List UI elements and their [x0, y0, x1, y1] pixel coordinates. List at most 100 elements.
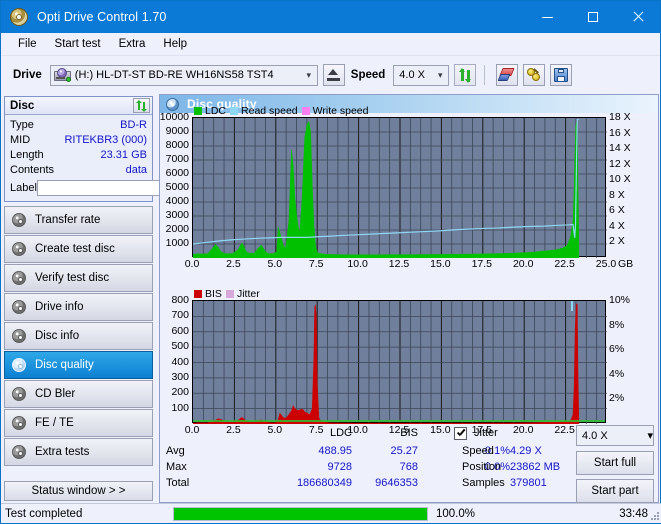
speed-select-value: 4.0 X — [399, 69, 425, 81]
x-axis-unit: GB — [618, 258, 634, 270]
disc-icon — [12, 213, 26, 227]
test-speed-select[interactable]: 4.0 X ▾ — [576, 425, 654, 446]
disc-refresh-button[interactable] — [133, 98, 150, 113]
sidebar-item-create-test-disc[interactable]: Create test disc — [4, 235, 153, 263]
menu-start-test[interactable]: Start test — [46, 36, 110, 52]
bell-icon — [526, 68, 542, 82]
y-axis-tick: 400 — [171, 355, 189, 368]
legend-item-jitter: Jitter — [225, 288, 260, 300]
refresh-button[interactable] — [454, 64, 477, 86]
elapsed-time: 33:48 — [619, 507, 648, 520]
chart-svg — [193, 118, 607, 258]
y-axis-tick: 800 — [171, 294, 189, 306]
y2-axis-tick: 6 X — [609, 204, 625, 217]
y2-axis-tick: 14 X — [609, 142, 631, 155]
toolbar: Drive (H:) HL-DT-ST BD-RE WH16NS58 TST4 … — [1, 56, 660, 94]
refresh-icon — [458, 67, 473, 83]
y-axis-tick: 10000 — [159, 111, 189, 123]
drive-select[interactable]: (H:) HL-DT-ST BD-RE WH16NS58 TST4 ▾ — [49, 64, 318, 86]
sidebar-item-disc-quality[interactable]: Disc quality — [4, 351, 153, 379]
disc-panel-title: Disc — [10, 99, 35, 112]
speed-label: Speed — [350, 69, 386, 81]
disc-row-key: Contents — [10, 163, 55, 176]
series-read-speed — [193, 118, 579, 245]
eject-icon — [327, 69, 341, 81]
jitter-checkbox[interactable] — [454, 427, 467, 440]
position-value: 23862 MB — [510, 461, 561, 473]
maximize-button[interactable] — [570, 1, 615, 33]
y2-axis-tick: 10 X — [609, 173, 631, 186]
disc-rows: Type BD-R MID RITEKBR3 (000) Length 23.3… — [5, 115, 238, 201]
sidebar-item-extra-tests[interactable]: Extra tests — [4, 438, 153, 466]
legend-swatch — [225, 290, 234, 298]
eraser-icon — [497, 68, 515, 82]
disc-row-value: BD-R — [120, 118, 147, 131]
status-window-button[interactable]: Status window > > — [4, 481, 153, 501]
sidebar-item-drive-info[interactable]: Drive info — [4, 293, 153, 321]
drive-label: Drive — [13, 69, 42, 81]
start-full-button[interactable]: Start full — [576, 451, 654, 475]
samples-key: Samples — [462, 477, 505, 489]
menu-file[interactable]: File — [9, 36, 46, 52]
x-axis-tick: 10.0 — [347, 258, 368, 270]
sidebar-item-verify-test-disc[interactable]: Verify test disc — [4, 264, 153, 292]
legend-swatch — [301, 107, 310, 115]
bis-chart: BIS Jitter 100 200 300 400 500 600 700 800 2% 4% 6%… — [171, 288, 633, 436]
sidebar-item-label: Create test disc — [35, 243, 115, 255]
y2-axis-tick: 16 X — [609, 126, 631, 139]
maximize-icon — [587, 12, 598, 22]
stats-total-ldc: 186680349 — [296, 477, 352, 489]
sidebar-item-disc-info[interactable]: Disc info — [4, 322, 153, 350]
menu-help[interactable]: Help — [154, 36, 196, 52]
resize-grip-icon[interactable] — [650, 511, 660, 521]
ldc-chart: LDC Read speed Write speed 1000 2000 3000 400… — [160, 105, 633, 270]
disc-row-key: Type — [10, 118, 34, 131]
legend-item-bis: BIS — [194, 288, 222, 300]
x-axis-tick: 0.0 — [184, 258, 200, 270]
content-area: Disc Type BD-R MID RITEKBR3 (000) Length… — [1, 94, 661, 503]
y-axis-tick: 700 — [171, 309, 189, 322]
save-icon — [554, 68, 569, 82]
y2-axis-tick: 2 X — [609, 235, 625, 248]
bis-legend: BIS Jitter — [194, 288, 260, 300]
legend-swatch — [194, 107, 202, 115]
save-button[interactable] — [550, 64, 573, 86]
bis-plot-area[interactable] — [192, 300, 607, 424]
eject-button[interactable] — [322, 64, 345, 86]
y2-axis-tick: 18 X — [609, 111, 631, 123]
sidebar-item-label: Drive info — [35, 301, 84, 313]
alert-button[interactable] — [523, 64, 546, 86]
y-axis-tick: 9000 — [165, 125, 189, 137]
legend-swatch — [194, 290, 202, 298]
progress-fill — [174, 507, 427, 520]
bis-jitter-marker — [571, 301, 573, 311]
sidebar: Disc Type BD-R MID RITEKBR3 (000) Length… — [1, 94, 238, 503]
disc-label-row: Label — [10, 178, 238, 198]
stats-avg-ldc: 488.95 — [318, 445, 352, 457]
close-icon — [632, 11, 644, 23]
sidebar-item-fe-te[interactable]: FE / TE — [4, 409, 153, 437]
erase-button[interactable] — [496, 64, 519, 86]
minimize-button[interactable] — [525, 1, 570, 33]
y-axis-tick: 3000 — [165, 209, 189, 221]
close-button[interactable] — [615, 1, 660, 33]
progress-percent: 100.0% — [436, 507, 476, 520]
disc-row-key: Length — [10, 148, 44, 161]
sidebar-item-transfer-rate[interactable]: Transfer rate — [4, 206, 153, 234]
speed-select[interactable]: 4.0 X ▾ — [393, 64, 450, 86]
chart-svg — [193, 301, 607, 424]
legend-label: Read speed — [241, 105, 298, 117]
sidebar-item-label: FE / TE — [35, 417, 74, 429]
start-part-button[interactable]: Start part — [576, 479, 654, 503]
x-axis-tick: 17.5 — [471, 258, 493, 270]
ldc-plot-area[interactable] — [192, 117, 607, 258]
legend-item-ldc: LDC — [194, 105, 226, 117]
sidebar-item-cd-bler[interactable]: CD Bler — [4, 380, 153, 408]
y2-axis-tick: 2% — [609, 392, 625, 405]
menu-bar: File Start test Extra Help — [1, 33, 660, 56]
menu-extra[interactable]: Extra — [110, 36, 155, 52]
legend-item-write-speed: Write speed — [301, 105, 369, 117]
status-text: Test completed — [5, 507, 83, 520]
disc-icon — [12, 416, 26, 430]
disc-row-mid: MID RITEKBR3 (000) — [10, 132, 147, 147]
